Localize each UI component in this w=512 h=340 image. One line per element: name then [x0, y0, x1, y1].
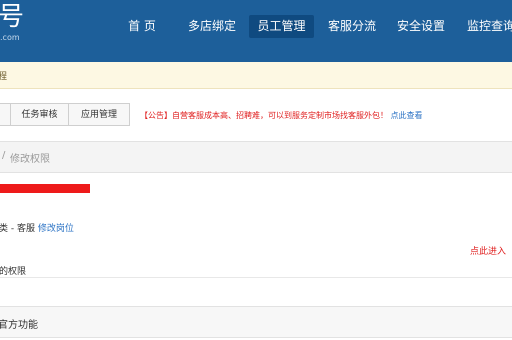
breadcrumb-separator: / — [2, 150, 6, 161]
role-line: 类 - 客服 修改岗位 — [0, 221, 74, 234]
notice-text[interactable]: 程 — [0, 69, 7, 82]
divider — [0, 277, 512, 278]
function-section: 官方功能 — [0, 306, 512, 338]
nav-customer-service-routing[interactable]: 客服分流 — [322, 15, 382, 38]
nav-multi-store[interactable]: 多店绑定 — [182, 15, 242, 38]
nav-home[interactable]: 首 页 — [119, 15, 165, 38]
announcement-link[interactable]: 点此查看 — [391, 111, 423, 120]
nav-staff-management[interactable]: 员工管理 — [249, 15, 314, 38]
breadcrumb: / 修改权限 — [0, 141, 512, 173]
tab-app-management[interactable]: 应用管理 — [68, 103, 130, 126]
function-section-title: 官方功能 — [0, 320, 38, 331]
permission-label: 的权限 — [0, 267, 27, 277]
role-text: 类 - 客服 — [0, 224, 35, 234]
tab-task-review[interactable]: 任务审核 — [10, 103, 69, 126]
announcement-text: 【公告】自营客服成本高、招聘难，可以到服务定制市场找客服外包！ — [140, 111, 388, 120]
top-header: 号 .com 首 页 多店绑定 员工管理 客服分流 安全设置 监控查询 — [0, 0, 512, 62]
nav-monitor-query[interactable]: 监控查询 — [461, 15, 512, 38]
logo-text: 号 — [0, 2, 25, 32]
logo-domain: .com — [0, 33, 20, 42]
notice-bar: 程 — [0, 62, 512, 89]
enter-link[interactable]: 点此进入 — [470, 244, 506, 257]
breadcrumb-current: 修改权限 — [10, 154, 50, 165]
nav-security-settings[interactable]: 安全设置 — [391, 15, 451, 38]
edit-role-link[interactable]: 修改岗位 — [38, 224, 74, 234]
announcement: 【公告】自营客服成本高、招聘难，可以到服务定制市场找客服外包！ 点此查看 — [140, 110, 423, 121]
redacted-account-name — [0, 184, 90, 193]
